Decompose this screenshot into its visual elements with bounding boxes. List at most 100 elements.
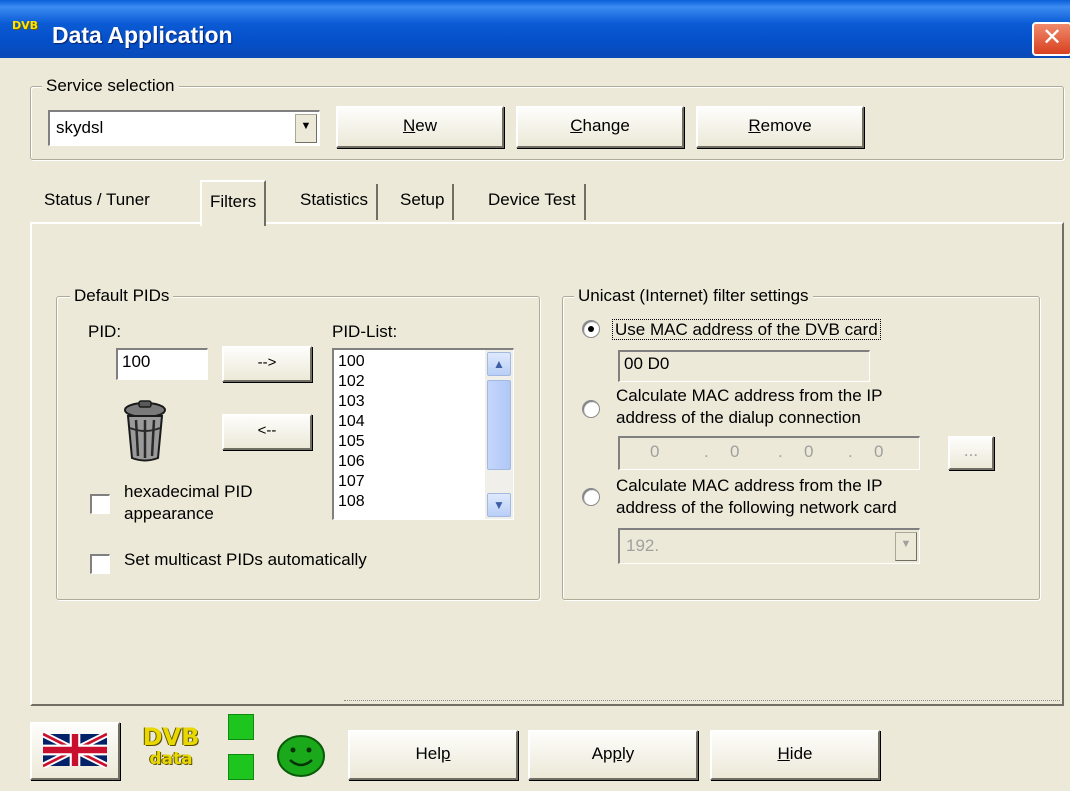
hexadecimal-pid-label-2: appearance	[124, 504, 214, 523]
ip-octet-2: 0	[730, 442, 740, 461]
help-button-label: Help	[416, 732, 451, 776]
hexadecimal-pid-label-1: hexadecimal PID	[124, 482, 253, 501]
hide-button-label: Hide	[778, 732, 813, 776]
apply-accel: p	[612, 744, 622, 763]
pid-list-label: PID-List:	[332, 322, 398, 341]
ip-dot-3: .	[848, 442, 853, 461]
multicast-pids-label: Set multicast PIDs automatically	[124, 550, 367, 569]
use-dvb-mac-radio[interactable]	[582, 320, 600, 338]
radio-selected-dot	[588, 326, 594, 332]
scroll-thumb[interactable]	[487, 380, 511, 470]
tab-setup[interactable]: Setup	[392, 184, 455, 220]
tab-status-tuner[interactable]: Status / Tuner	[36, 184, 158, 220]
remove-button-label: Remove	[748, 108, 811, 144]
remove-pid-label: <--	[257, 422, 277, 439]
tab-setup-label: Setup	[400, 190, 445, 209]
dialup-mac-label-2: address of the dialup connection	[616, 408, 861, 427]
footer-separator	[344, 700, 1060, 701]
tab-statistics[interactable]: Statistics	[292, 184, 379, 220]
mac-address-value: 00 D0	[624, 354, 670, 373]
hide-rest: ide	[789, 744, 813, 763]
change-button[interactable]: Change	[516, 106, 684, 148]
network-card-mac-label-1: Calculate MAC address from the IP	[616, 476, 883, 495]
change-accel: C	[570, 116, 583, 135]
scroll-up-icon[interactable]: ▲	[487, 352, 511, 376]
tab-device-test-label: Device Test	[488, 190, 576, 209]
add-pid-label: -->	[257, 354, 277, 371]
help-accel: p	[441, 744, 451, 763]
ip-octet-4: 0	[874, 442, 884, 461]
status-led-bottom	[228, 754, 254, 780]
default-pids-legend: Default PIDs	[70, 286, 174, 306]
dialup-mac-radio[interactable]	[582, 400, 600, 418]
use-dvb-mac-label: Use MAC address of the DVB card	[612, 319, 881, 340]
tab-filters[interactable]: Filters	[200, 180, 267, 226]
window-title: Data Application	[52, 22, 233, 48]
tab-device-test[interactable]: Device Test	[480, 184, 586, 220]
trash-icon[interactable]	[120, 400, 170, 464]
close-button[interactable]: ✕	[1032, 22, 1070, 56]
service-select[interactable]: skydsl ▼	[48, 110, 320, 146]
pid-list-scrollbar[interactable]: ▲ ▼	[485, 350, 513, 519]
apply-prefix: Ap	[591, 744, 613, 763]
new-button[interactable]: New	[336, 106, 504, 148]
tab-statistics-label: Statistics	[300, 190, 369, 209]
new-accel: N	[402, 116, 416, 135]
close-icon: ✕	[1041, 24, 1063, 51]
apply-button[interactable]: Apply	[528, 730, 698, 780]
pid-list[interactable]: 100 102 103 104 105 106 107 108 ▲ ▼	[332, 348, 514, 520]
uk-flag-icon	[41, 731, 109, 769]
network-card-chevron-down-icon: ▼	[895, 532, 917, 561]
ip-dot-1: .	[704, 442, 709, 461]
mac-address-field[interactable]: 00 D0	[618, 350, 870, 382]
ip-octet-3: 0	[804, 442, 814, 461]
dvb-app-icon: DVB	[12, 20, 44, 42]
remove-pid-button[interactable]: <--	[222, 414, 312, 450]
network-card-value: 192.	[626, 536, 660, 555]
hide-accel: H	[777, 744, 790, 763]
new-rest: ew	[415, 116, 437, 135]
tab-filters-label: Filters	[210, 192, 257, 211]
smiley-icon	[276, 734, 326, 778]
pid-label: PID:	[88, 322, 122, 341]
hexadecimal-pid-checkbox[interactable]	[90, 494, 110, 514]
pid-input[interactable]: 100	[116, 348, 208, 380]
dvb-logo-bottom: data	[149, 749, 193, 769]
network-card-mac-radio[interactable]	[582, 488, 600, 506]
service-selection-legend: Service selection	[42, 76, 179, 96]
network-card-mac-label-2: address of the following network card	[616, 498, 897, 517]
remove-rest: emove	[760, 116, 812, 135]
data-application-window: DVB Data Application ✕ Service selection…	[0, 0, 1070, 791]
tab-status-tuner-label: Status / Tuner	[44, 190, 150, 209]
dvb-logo-top: DVB	[142, 723, 200, 751]
dialup-mac-label-1: Calculate MAC address from the IP	[616, 386, 883, 405]
apply-button-label: Apply	[592, 732, 635, 776]
dialup-ip-field: 0 . 0 . 0 . 0	[618, 436, 920, 470]
apply-rest: ly	[621, 744, 635, 763]
tab-strip: Status / Tuner Filters Statistics Setup …	[30, 180, 1070, 226]
language-flag-button[interactable]	[30, 722, 120, 780]
remove-button[interactable]: Remove	[696, 106, 864, 148]
use-dvb-mac-text: Use MAC address of the DVB card	[612, 319, 881, 340]
new-button-label: New	[403, 108, 437, 144]
network-card-select: 192. ▼	[618, 528, 920, 564]
dvb-data-logo: DVB data	[136, 724, 206, 778]
unicast-filter-legend: Unicast (Internet) filter settings	[574, 286, 813, 306]
browse-button[interactable]: ...	[948, 436, 994, 470]
add-pid-button[interactable]: -->	[222, 346, 312, 382]
scroll-down-icon[interactable]: ▼	[487, 493, 511, 517]
title-bar[interactable]: DVB Data Application ✕	[0, 0, 1070, 58]
help-button[interactable]: Help	[348, 730, 518, 780]
remove-accel: R	[748, 116, 761, 135]
service-select-value: skydsl	[56, 118, 104, 137]
help-prefix: Hel	[415, 744, 442, 763]
chevron-down-icon[interactable]: ▼	[295, 114, 317, 143]
change-rest: hange	[582, 116, 630, 135]
pid-input-value: 100	[122, 352, 151, 371]
hide-button[interactable]: Hide	[710, 730, 880, 780]
browse-label: ...	[963, 441, 979, 460]
multicast-pids-checkbox[interactable]	[90, 554, 110, 574]
ip-octet-1: 0	[650, 442, 660, 461]
ip-dot-2: .	[778, 442, 783, 461]
status-led-top	[228, 714, 254, 740]
